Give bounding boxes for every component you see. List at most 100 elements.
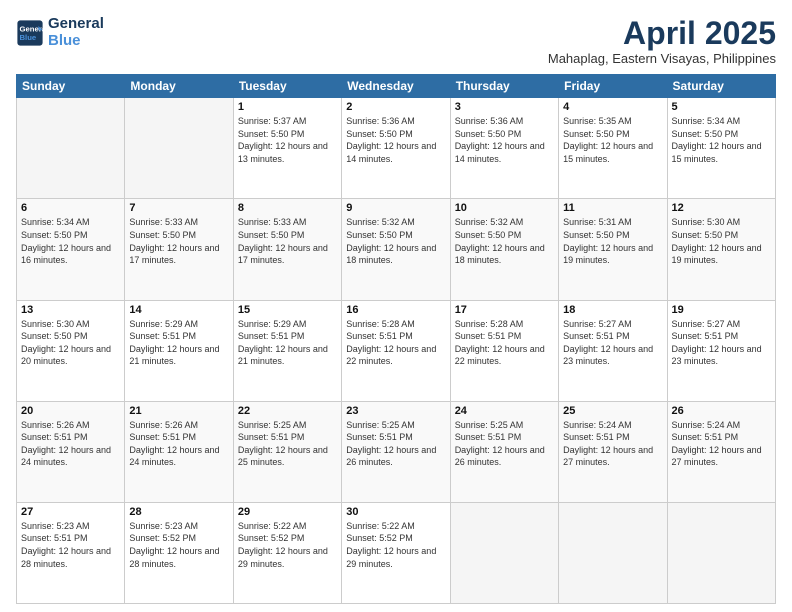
day-number: 3 [455, 101, 554, 113]
logo-text-general: General [48, 16, 104, 33]
day-info: Sunrise: 5:25 AMSunset: 5:51 PMDaylight:… [455, 419, 554, 469]
day-number: 18 [563, 304, 662, 316]
day-number: 12 [672, 202, 771, 214]
day-info: Sunrise: 5:28 AMSunset: 5:51 PMDaylight:… [455, 318, 554, 368]
day-number: 10 [455, 202, 554, 214]
header-monday: Monday [125, 75, 233, 98]
calendar-cell-4-2: 21 Sunrise: 5:26 AMSunset: 5:51 PMDayligh… [125, 401, 233, 502]
day-number: 20 [21, 405, 120, 417]
day-number: 25 [563, 405, 662, 417]
day-info: Sunrise: 5:34 AMSunset: 5:50 PMDaylight:… [672, 115, 771, 165]
day-number: 23 [346, 405, 445, 417]
calendar-cell-2-6: 11 Sunrise: 5:31 AMSunset: 5:50 PMDayligh… [559, 199, 667, 300]
calendar-cell-4-5: 24 Sunrise: 5:25 AMSunset: 5:51 PMDayligh… [450, 401, 558, 502]
calendar-cell-1-5: 3 Sunrise: 5:36 AMSunset: 5:50 PMDaylight… [450, 98, 558, 199]
day-number: 27 [21, 506, 120, 518]
day-info: Sunrise: 5:25 AMSunset: 5:51 PMDaylight:… [238, 419, 337, 469]
day-number: 22 [238, 405, 337, 417]
calendar-cell-4-4: 23Sunrise: 5:25 AMSunset: 5:51 PMDayligh… [342, 401, 450, 502]
day-number: 9 [346, 202, 445, 214]
week-row-3: 13 Sunrise: 5:30 AMSunset: 5:50 PMDayligh… [17, 300, 776, 401]
day-number: 21 [129, 405, 228, 417]
calendar-table: Sunday Monday Tuesday Wednesday Thursday… [16, 74, 776, 604]
day-info: Sunrise: 5:22 AMSunset: 5:52 PMDaylight:… [238, 520, 337, 570]
calendar-cell-5-1: 27 Sunrise: 5:23 AMSunset: 5:51 PMDayligh… [17, 502, 125, 603]
day-number: 28 [129, 506, 228, 518]
calendar-subtitle: Mahaplag, Eastern Visayas, Philippines [548, 51, 776, 66]
day-number: 15 [238, 304, 337, 316]
day-number: 8 [238, 202, 337, 214]
day-info: Sunrise: 5:33 AMSunset: 5:50 PMDaylight:… [238, 216, 337, 266]
calendar-title: April 2025 [548, 16, 776, 51]
day-number: 24 [455, 405, 554, 417]
day-info: Sunrise: 5:24 AMSunset: 5:51 PMDaylight:… [563, 419, 662, 469]
calendar-cell-3-1: 13 Sunrise: 5:30 AMSunset: 5:50 PMDayligh… [17, 300, 125, 401]
day-number: 4 [563, 101, 662, 113]
calendar-cell-3-7: 19 Sunrise: 5:27 AMSunset: 5:51 PMDayligh… [667, 300, 775, 401]
day-info: Sunrise: 5:29 AMSunset: 5:51 PMDaylight:… [238, 318, 337, 368]
day-info: Sunrise: 5:30 AMSunset: 5:50 PMDaylight:… [672, 216, 771, 266]
week-row-1: 1Sunrise: 5:37 AMSunset: 5:50 PMDaylight… [17, 98, 776, 199]
calendar-cell-4-7: 26Sunrise: 5:24 AMSunset: 5:51 PMDayligh… [667, 401, 775, 502]
day-number: 11 [563, 202, 662, 214]
day-info: Sunrise: 5:26 AMSunset: 5:51 PMDaylight:… [21, 419, 120, 469]
calendar-cell-5-4: 30 Sunrise: 5:22 AMSunset: 5:52 PMDayligh… [342, 502, 450, 603]
day-info: Sunrise: 5:29 AMSunset: 5:51 PMDaylight:… [129, 318, 228, 368]
day-info: Sunrise: 5:23 AMSunset: 5:51 PMDaylight:… [21, 520, 120, 570]
day-info: Sunrise: 5:36 AMSunset: 5:50 PMDaylight:… [455, 115, 554, 165]
day-info: Sunrise: 5:26 AMSunset: 5:51 PMDaylight:… [129, 419, 228, 469]
calendar-cell-2-7: 12 Sunrise: 5:30 AMSunset: 5:50 PMDayligh… [667, 199, 775, 300]
calendar-cell-4-3: 22 Sunrise: 5:25 AMSunset: 5:51 PMDayligh… [233, 401, 341, 502]
day-number: 5 [672, 101, 771, 113]
week-row-2: 6 Sunrise: 5:34 AMSunset: 5:50 PMDaylight… [17, 199, 776, 300]
calendar-cell-2-1: 6 Sunrise: 5:34 AMSunset: 5:50 PMDaylight… [17, 199, 125, 300]
calendar-cell-3-2: 14Sunrise: 5:29 AMSunset: 5:51 PMDayligh… [125, 300, 233, 401]
calendar-cell-3-3: 15 Sunrise: 5:29 AMSunset: 5:51 PMDayligh… [233, 300, 341, 401]
week-row-4: 20 Sunrise: 5:26 AMSunset: 5:51 PMDayligh… [17, 401, 776, 502]
logo: General Blue General Blue [16, 16, 104, 49]
day-number: 19 [672, 304, 771, 316]
calendar-cell-2-2: 7Sunrise: 5:33 AMSunset: 5:50 PMDaylight… [125, 199, 233, 300]
day-number: 2 [346, 101, 445, 113]
page: General Blue General Blue April 2025 Mah… [0, 0, 792, 612]
svg-text:Blue: Blue [20, 33, 37, 42]
header-saturday: Saturday [667, 75, 775, 98]
calendar-cell-4-1: 20 Sunrise: 5:26 AMSunset: 5:51 PMDayligh… [17, 401, 125, 502]
day-info: Sunrise: 5:35 AMSunset: 5:50 PMDaylight:… [563, 115, 662, 165]
calendar-cell-1-4: 2 Sunrise: 5:36 AMSunset: 5:50 PMDaylight… [342, 98, 450, 199]
calendar-cell-4-6: 25 Sunrise: 5:24 AMSunset: 5:51 PMDayligh… [559, 401, 667, 502]
calendar-cell-3-5: 17Sunrise: 5:28 AMSunset: 5:51 PMDayligh… [450, 300, 558, 401]
day-info: Sunrise: 5:27 AMSunset: 5:51 PMDaylight:… [672, 318, 771, 368]
calendar-cell-2-5: 10 Sunrise: 5:32 AMSunset: 5:50 PMDayligh… [450, 199, 558, 300]
day-info: Sunrise: 5:33 AMSunset: 5:50 PMDaylight:… [129, 216, 228, 266]
day-info: Sunrise: 5:23 AMSunset: 5:52 PMDaylight:… [129, 520, 228, 570]
header-thursday: Thursday [450, 75, 558, 98]
title-block: April 2025 Mahaplag, Eastern Visayas, Ph… [548, 16, 776, 66]
day-number: 30 [346, 506, 445, 518]
day-info: Sunrise: 5:30 AMSunset: 5:50 PMDaylight:… [21, 318, 120, 368]
day-info: Sunrise: 5:37 AMSunset: 5:50 PMDaylight:… [238, 115, 337, 165]
calendar-cell-1-7: 5 Sunrise: 5:34 AMSunset: 5:50 PMDaylight… [667, 98, 775, 199]
calendar-cell-5-7 [667, 502, 775, 603]
header: General Blue General Blue April 2025 Mah… [16, 16, 776, 66]
day-header-row: Sunday Monday Tuesday Wednesday Thursday… [17, 75, 776, 98]
day-info: Sunrise: 5:36 AMSunset: 5:50 PMDaylight:… [346, 115, 445, 165]
day-info: Sunrise: 5:22 AMSunset: 5:52 PMDaylight:… [346, 520, 445, 570]
day-info: Sunrise: 5:24 AMSunset: 5:51 PMDaylight:… [672, 419, 771, 469]
day-number: 13 [21, 304, 120, 316]
header-friday: Friday [559, 75, 667, 98]
day-number: 6 [21, 202, 120, 214]
logo-text-blue: Blue [48, 33, 104, 50]
calendar-cell-5-5 [450, 502, 558, 603]
day-info: Sunrise: 5:34 AMSunset: 5:50 PMDaylight:… [21, 216, 120, 266]
calendar-cell-2-3: 8 Sunrise: 5:33 AMSunset: 5:50 PMDaylight… [233, 199, 341, 300]
day-info: Sunrise: 5:31 AMSunset: 5:50 PMDaylight:… [563, 216, 662, 266]
calendar-cell-5-3: 29Sunrise: 5:22 AMSunset: 5:52 PMDayligh… [233, 502, 341, 603]
calendar-cell-3-4: 16Sunrise: 5:28 AMSunset: 5:51 PMDayligh… [342, 300, 450, 401]
day-info: Sunrise: 5:32 AMSunset: 5:50 PMDaylight:… [455, 216, 554, 266]
calendar-cell-5-6 [559, 502, 667, 603]
calendar-cell-1-6: 4 Sunrise: 5:35 AMSunset: 5:50 PMDaylight… [559, 98, 667, 199]
calendar-cell-1-1 [17, 98, 125, 199]
header-sunday: Sunday [17, 75, 125, 98]
calendar-cell-2-4: 9Sunrise: 5:32 AMSunset: 5:50 PMDaylight… [342, 199, 450, 300]
